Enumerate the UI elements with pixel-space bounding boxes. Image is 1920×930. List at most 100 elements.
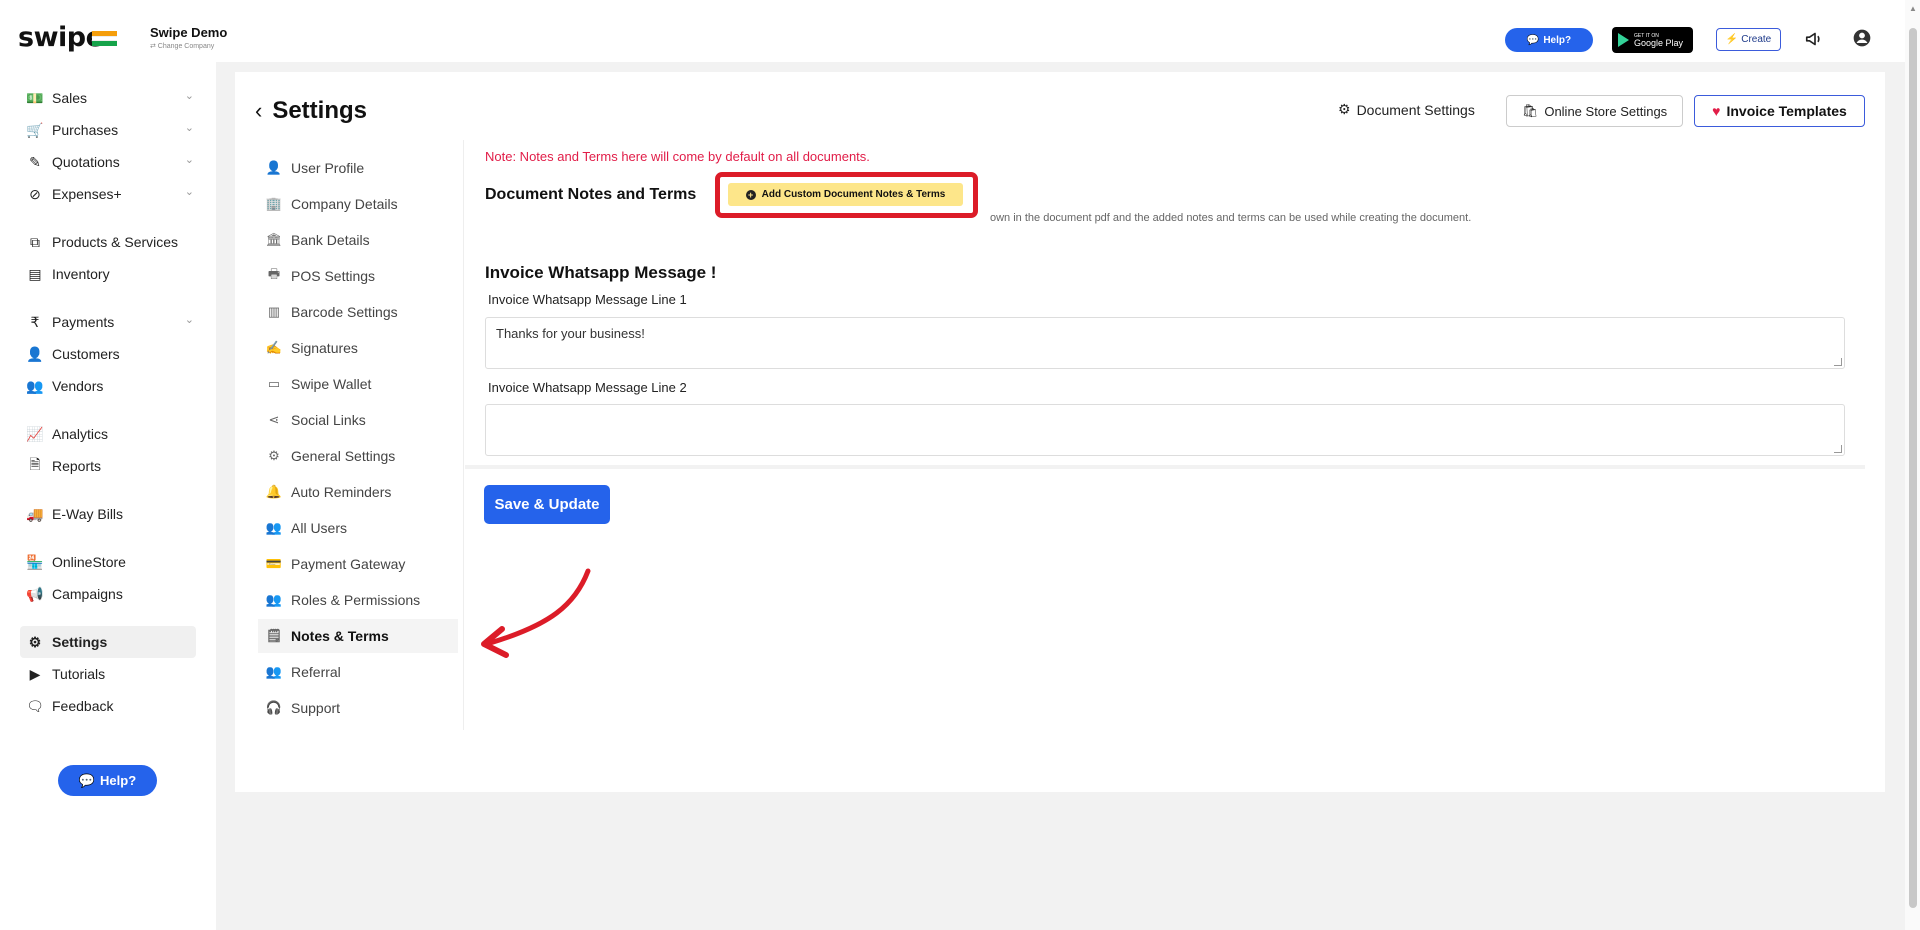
notes-terms-description: own in the document pdf and the added no… <box>990 212 1472 224</box>
page-title: ‹ Settings <box>255 97 368 124</box>
save-update-button[interactable]: Save & Update <box>484 485 610 524</box>
sidebar-item-quotations[interactable]: ✎ Quotations ⌄ <box>26 150 194 174</box>
submenu-roles-permissions[interactable]: 👥 Roles & Permissions <box>258 583 458 617</box>
sidebar-item-products[interactable]: ⧉ Products & Services <box>26 230 194 254</box>
sidebar-item-campaigns[interactable]: 📢 Campaigns <box>26 582 194 606</box>
sidebar-item-vendors[interactable]: 👥 Vendors <box>26 374 194 398</box>
company-name: Swipe Demo <box>150 25 228 40</box>
cash-icon: 💵 <box>26 89 44 106</box>
cart-icon: 🛒 <box>26 121 44 138</box>
pen-icon: ✎ <box>29 153 41 170</box>
submenu-support[interactable]: 🎧 Support <box>258 691 458 725</box>
sidebar-item-customers[interactable]: 👤 Customers <box>26 342 194 366</box>
company-switcher[interactable]: Swipe Demo ⇄ Change Company <box>150 25 227 50</box>
lightning-icon: ⚡ <box>1725 34 1739 45</box>
signature-icon: ✍ <box>265 340 283 355</box>
plus-circle-icon: + <box>745 189 756 200</box>
page-scrollbar[interactable]: ▲ <box>1905 0 1920 930</box>
sidebar-item-purchases[interactable]: 🛒 Purchases ⌄ <box>26 118 194 142</box>
section-separator <box>465 465 1865 469</box>
change-company-link[interactable]: ⇄ Change Company <box>150 42 227 50</box>
google-play-button[interactable]: GET IT ON Google Play <box>1612 27 1693 53</box>
sidebar-item-payments[interactable]: ₹ Payments ⌄ <box>26 310 194 334</box>
scroll-up-icon[interactable]: ▲ <box>1909 4 1917 13</box>
line1-value: Thanks for your business! <box>496 326 645 341</box>
annotation-arrow-icon <box>481 568 591 658</box>
help-button-sidebar[interactable]: 💬 Help? <box>58 765 157 796</box>
heart-icon: ♥ <box>1712 103 1721 119</box>
submenu-all-users[interactable]: 👥 All Users <box>258 511 458 545</box>
notes-terms-heading: Document Notes and Terms <box>485 186 697 203</box>
barcode-icon: ▥ <box>267 304 281 319</box>
whatsapp-line1-textarea[interactable]: Thanks for your business! <box>485 317 1845 369</box>
sidebar-item-expenses[interactable]: ⊘ Expenses+ ⌄ <box>26 182 194 206</box>
resize-handle-icon[interactable] <box>1834 445 1842 453</box>
megaphone-icon[interactable] <box>1804 28 1826 50</box>
sidebar-item-eway-bills[interactable]: 🚚 E-Way Bills <box>26 502 194 526</box>
sidebar-item-analytics[interactable]: 📈 Analytics <box>26 422 194 446</box>
whatsapp-message-heading: Invoice Whatsapp Message ! <box>485 263 717 282</box>
resize-handle-icon[interactable] <box>1834 358 1842 366</box>
submenu-barcode-settings[interactable]: ▥ Barcode Settings <box>258 295 458 329</box>
submenu-pos-settings[interactable]: 🖶 POS Settings <box>258 259 458 293</box>
user-icon: 👤 <box>265 160 283 175</box>
report-icon: 🗎 <box>29 456 41 472</box>
share-icon: ⋖ <box>268 412 280 427</box>
card-icon: 💳 <box>265 556 283 571</box>
chart-icon: 📈 <box>26 425 44 442</box>
sidebar-item-onlinestore[interactable]: 🏪 OnlineStore <box>26 550 194 574</box>
submenu-social-links[interactable]: ⋖ Social Links <box>258 403 458 437</box>
submenu-user-profile[interactable]: 👤 User Profile <box>258 151 458 185</box>
chat-bubble-icon: 💬 <box>78 772 96 788</box>
referral-icon: 👥 <box>265 664 283 679</box>
swipe-logo[interactable]: swipe <box>18 22 104 53</box>
india-flag-icon <box>92 31 117 46</box>
store-icon: 🏪 <box>26 553 44 570</box>
chat-bubble-icon: 💬 <box>1526 34 1540 46</box>
sidebar-item-reports[interactable]: 🗎 Reports <box>26 454 194 478</box>
help-button[interactable]: 💬 Help? <box>1505 28 1593 52</box>
top-bar: swipe Swipe Demo ⇄ Change Company 💬 Help… <box>0 0 1905 62</box>
sidebar-item-inventory[interactable]: ▤ Inventory <box>26 262 194 286</box>
submenu-bank-details[interactable]: 🏛 Bank Details <box>258 223 458 257</box>
user-icon: 👤 <box>26 345 44 362</box>
store-icon: 🛍 <box>1521 103 1539 118</box>
sidebar-item-settings[interactable]: ⚙ Settings <box>20 626 196 658</box>
whatsapp-line2-textarea[interactable] <box>485 404 1845 456</box>
default-notes-warning: Note: Notes and Terms here will come by … <box>485 149 870 164</box>
sidebar-item-tutorials[interactable]: ▶ Tutorials <box>26 662 194 686</box>
chevron-down-icon: ⌄ <box>184 186 194 198</box>
sidebar-item-feedback[interactable]: 🗨 Feedback <box>26 694 194 718</box>
wallet-icon: ▭ <box>267 376 281 391</box>
document-settings-link[interactable]: ⚙ Document Settings <box>1338 101 1475 118</box>
create-button[interactable]: ⚡ Create <box>1716 28 1781 51</box>
truck-icon: 🚚 <box>26 505 44 522</box>
back-chevron-icon[interactable]: ‹ <box>255 98 262 124</box>
submenu-signatures[interactable]: ✍ Signatures <box>258 331 458 365</box>
chevron-down-icon: ⌄ <box>184 314 194 326</box>
line1-label: Invoice Whatsapp Message Line 1 <box>488 292 687 307</box>
submenu-swipe-wallet[interactable]: ▭ Swipe Wallet <box>258 367 458 401</box>
scrollbar-thumb[interactable] <box>1909 28 1917 908</box>
gear-icon: ⚙ <box>28 633 42 650</box>
submenu-company-details[interactable]: 🏢 Company Details <box>258 187 458 221</box>
add-custom-notes-button[interactable]: + Add Custom Document Notes & Terms <box>728 183 963 206</box>
online-store-settings-button[interactable]: 🛍 Online Store Settings <box>1506 95 1683 127</box>
user-account-icon[interactable] <box>1852 28 1872 48</box>
gear-icon: ⚙ <box>268 448 280 463</box>
submenu-payment-gateway[interactable]: 💳 Payment Gateway <box>258 547 458 581</box>
submenu-referral[interactable]: 👥 Referral <box>258 655 458 689</box>
warehouse-icon: ▤ <box>28 265 42 282</box>
submenu-auto-reminders[interactable]: 🔔 Auto Reminders <box>258 475 458 509</box>
megaphone-icon: 📢 <box>26 585 44 602</box>
box-icon: ⧉ <box>30 233 40 250</box>
chevron-down-icon: ⌄ <box>184 122 194 134</box>
submenu-notes-terms[interactable]: 🗒 Notes & Terms <box>258 619 458 653</box>
bell-icon: 🔔 <box>265 484 283 499</box>
submenu-general-settings[interactable]: ⚙ General Settings <box>258 439 458 473</box>
rupee-icon: ₹ <box>30 313 40 330</box>
tag-icon: ⊘ <box>29 185 41 202</box>
pos-icon: 🖶 <box>267 266 281 281</box>
invoice-templates-button[interactable]: ♥ Invoice Templates <box>1694 95 1865 127</box>
sidebar-item-sales[interactable]: 💵 Sales ⌄ <box>26 86 194 110</box>
